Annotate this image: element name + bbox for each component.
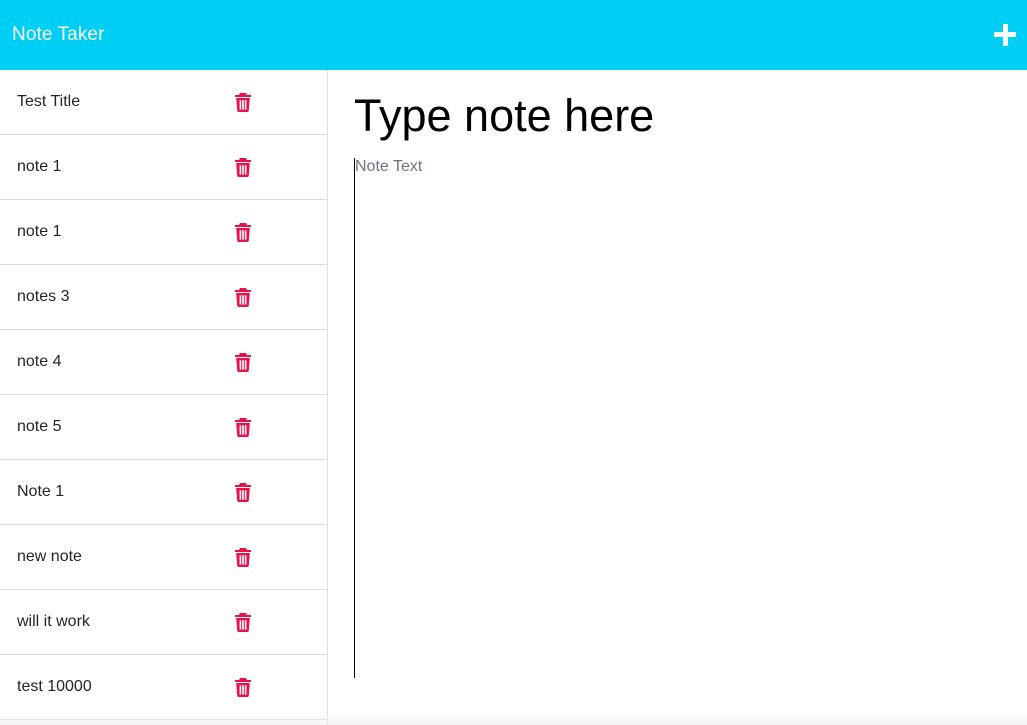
list-item[interactable]: note 4	[0, 330, 327, 395]
list-item[interactable]: note 1	[0, 135, 327, 200]
note-title: Note 1	[17, 483, 65, 500]
note-title: notes 3	[17, 288, 70, 305]
list-item[interactable]: Note 1	[0, 460, 327, 525]
app-title[interactable]: Note Taker	[12, 24, 105, 46]
list-item[interactable]: note 5	[0, 395, 327, 460]
trash-icon[interactable]	[235, 612, 251, 632]
note-editor	[328, 70, 1027, 725]
list-item[interactable]: notes 3	[0, 265, 327, 330]
trash-icon[interactable]	[235, 547, 251, 567]
note-title: test 10000	[17, 678, 92, 695]
trash-icon[interactable]	[235, 157, 251, 177]
note-title: note 1	[17, 223, 62, 240]
list-item[interactable]: Test Title	[0, 70, 327, 135]
plus-icon[interactable]	[994, 22, 1020, 48]
trash-icon[interactable]	[235, 677, 251, 697]
trash-icon[interactable]	[235, 352, 251, 372]
note-title: new note	[17, 548, 82, 565]
trash-icon[interactable]	[235, 482, 251, 502]
list-item[interactable]: note 1	[0, 200, 327, 265]
trash-icon[interactable]	[235, 92, 251, 112]
trash-icon[interactable]	[235, 287, 251, 307]
list-item[interactable]: test 10000	[0, 655, 327, 720]
note-title: note 1	[17, 158, 62, 175]
note-title-input[interactable]	[354, 88, 1001, 144]
note-title: will it work	[17, 613, 90, 630]
note-text-area[interactable]	[354, 158, 1001, 678]
note-list: Test Title note 1 note 1 notes 3 note 4 …	[0, 70, 328, 725]
trash-icon[interactable]	[235, 417, 251, 437]
note-title: note 5	[17, 418, 62, 435]
list-item[interactable]: new note	[0, 525, 327, 590]
navbar: Note Taker	[0, 0, 1027, 70]
trash-icon[interactable]	[235, 222, 251, 242]
list-item[interactable]: will it work	[0, 590, 327, 655]
note-title: note 4	[17, 353, 62, 370]
note-title: Test Title	[17, 93, 81, 110]
